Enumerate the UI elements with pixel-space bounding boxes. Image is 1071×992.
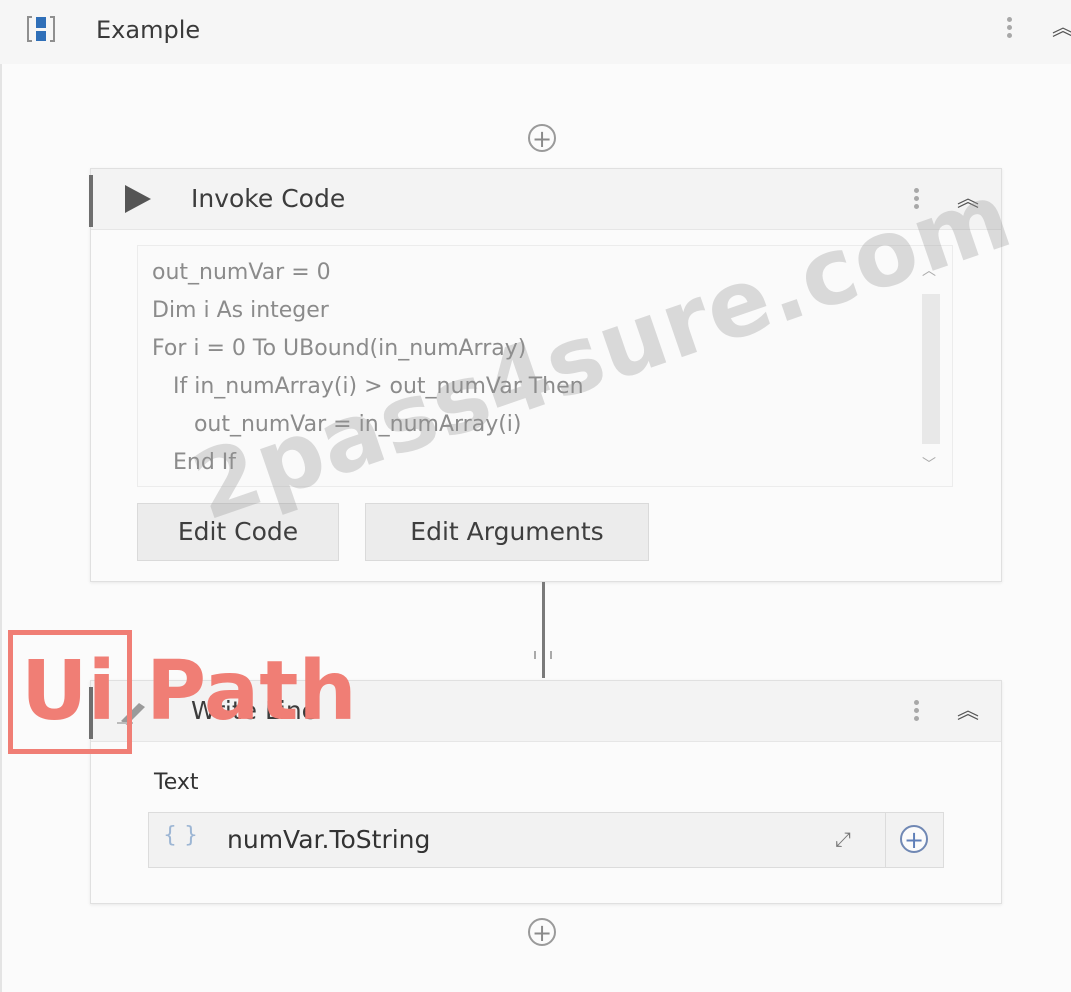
- selection-indicator: [89, 175, 93, 227]
- field-add-area: +: [885, 813, 944, 867]
- flow-connector: [542, 582, 545, 678]
- scroll-down-icon[interactable]: ﹀: [922, 454, 936, 474]
- expression-icon: { }: [163, 823, 198, 848]
- expand-editor-icon[interactable]: ⤢: [835, 827, 851, 851]
- edit-arguments-button[interactable]: Edit Arguments: [365, 503, 649, 561]
- write-line-menu-icon[interactable]: [911, 697, 921, 727]
- text-property-label: Text: [154, 770, 199, 795]
- write-line-collapse-icon[interactable]: ︽: [957, 701, 979, 723]
- scroll-thumb[interactable]: [922, 294, 940, 444]
- add-activity-bottom-icon[interactable]: +: [528, 918, 556, 946]
- sequence-collapse-icon[interactable]: ︽: [1052, 18, 1071, 40]
- sequence-title: Example: [96, 16, 201, 44]
- uipath-logo-path: Path: [146, 644, 357, 739]
- drop-zone-indicator: [532, 648, 554, 662]
- invoke-code-title: Invoke Code: [191, 184, 346, 213]
- uipath-logo-ui: Ui: [8, 630, 132, 754]
- sequence-icon: [26, 14, 56, 44]
- sequence-header[interactable]: Example ︽: [0, 0, 1071, 64]
- sequence-menu-icon[interactable]: [1004, 14, 1014, 44]
- add-activity-top-icon[interactable]: +: [528, 124, 556, 152]
- code-line: out_numVar = 0: [152, 260, 331, 285]
- text-property-input[interactable]: { } numVar.ToString ⤢ +: [148, 812, 944, 868]
- add-variable-icon[interactable]: +: [900, 825, 928, 853]
- code-line: Dim i As integer: [152, 298, 329, 323]
- text-property-value: numVar.ToString: [227, 825, 431, 854]
- play-icon: [123, 183, 153, 219]
- canvas-left-edge: [0, 0, 2, 992]
